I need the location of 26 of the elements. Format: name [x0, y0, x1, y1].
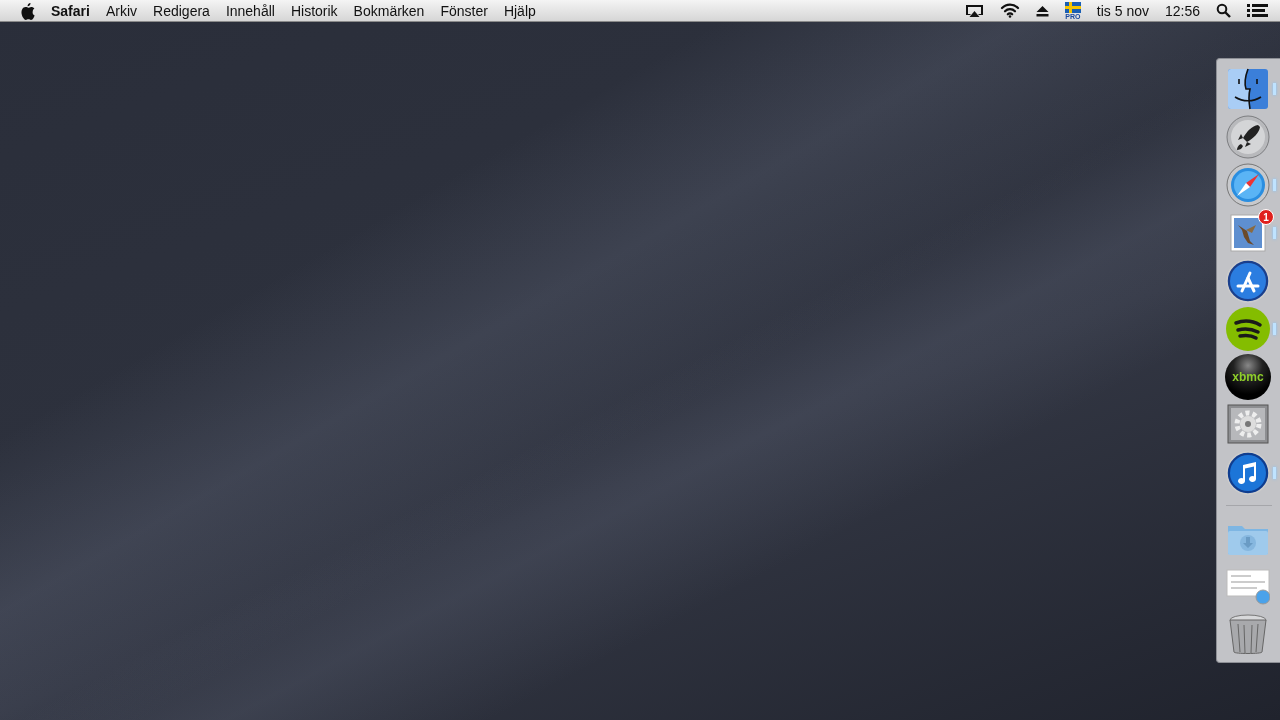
rocket-icon[interactable]	[1226, 115, 1270, 159]
finder-face-icon[interactable]	[1226, 67, 1270, 111]
sphere-logo-icon[interactable]: xbmc	[1225, 354, 1271, 400]
clock-date[interactable]: tis 5 nov	[1096, 0, 1149, 22]
sound-waves-icon[interactable]	[1226, 307, 1270, 351]
app-menu[interactable]: Safari	[51, 0, 90, 22]
eject-icon[interactable]	[1035, 4, 1049, 17]
menu-item[interactable]: Historik	[290, 0, 338, 22]
apple-menu-icon[interactable]	[20, 1, 35, 20]
menu-item[interactable]: Arkiv	[105, 0, 138, 22]
wifi-icon[interactable]	[999, 3, 1020, 18]
menu-item[interactable]: Redigera	[153, 0, 210, 22]
logo-text: xbmc	[1232, 369, 1264, 386]
list-icon[interactable]	[1247, 3, 1268, 18]
menu-item[interactable]: Fönster	[440, 0, 488, 22]
menu-item[interactable]: Hjälp	[503, 0, 536, 22]
clock-time[interactable]: 12:56	[1164, 0, 1200, 22]
pencil-ruler-icon[interactable]	[1226, 259, 1270, 303]
menu-item[interactable]: Bokmärken	[353, 0, 425, 22]
gear-icon[interactable]	[1226, 403, 1270, 447]
menu-item[interactable]: Innehåll	[225, 0, 275, 22]
airplay-icon[interactable]	[964, 3, 984, 18]
music-note-icon[interactable]	[1226, 451, 1270, 495]
notification-badge: 1	[1258, 209, 1274, 225]
search-icon[interactable]	[1216, 3, 1231, 18]
trash-can-icon[interactable]	[1226, 612, 1270, 656]
